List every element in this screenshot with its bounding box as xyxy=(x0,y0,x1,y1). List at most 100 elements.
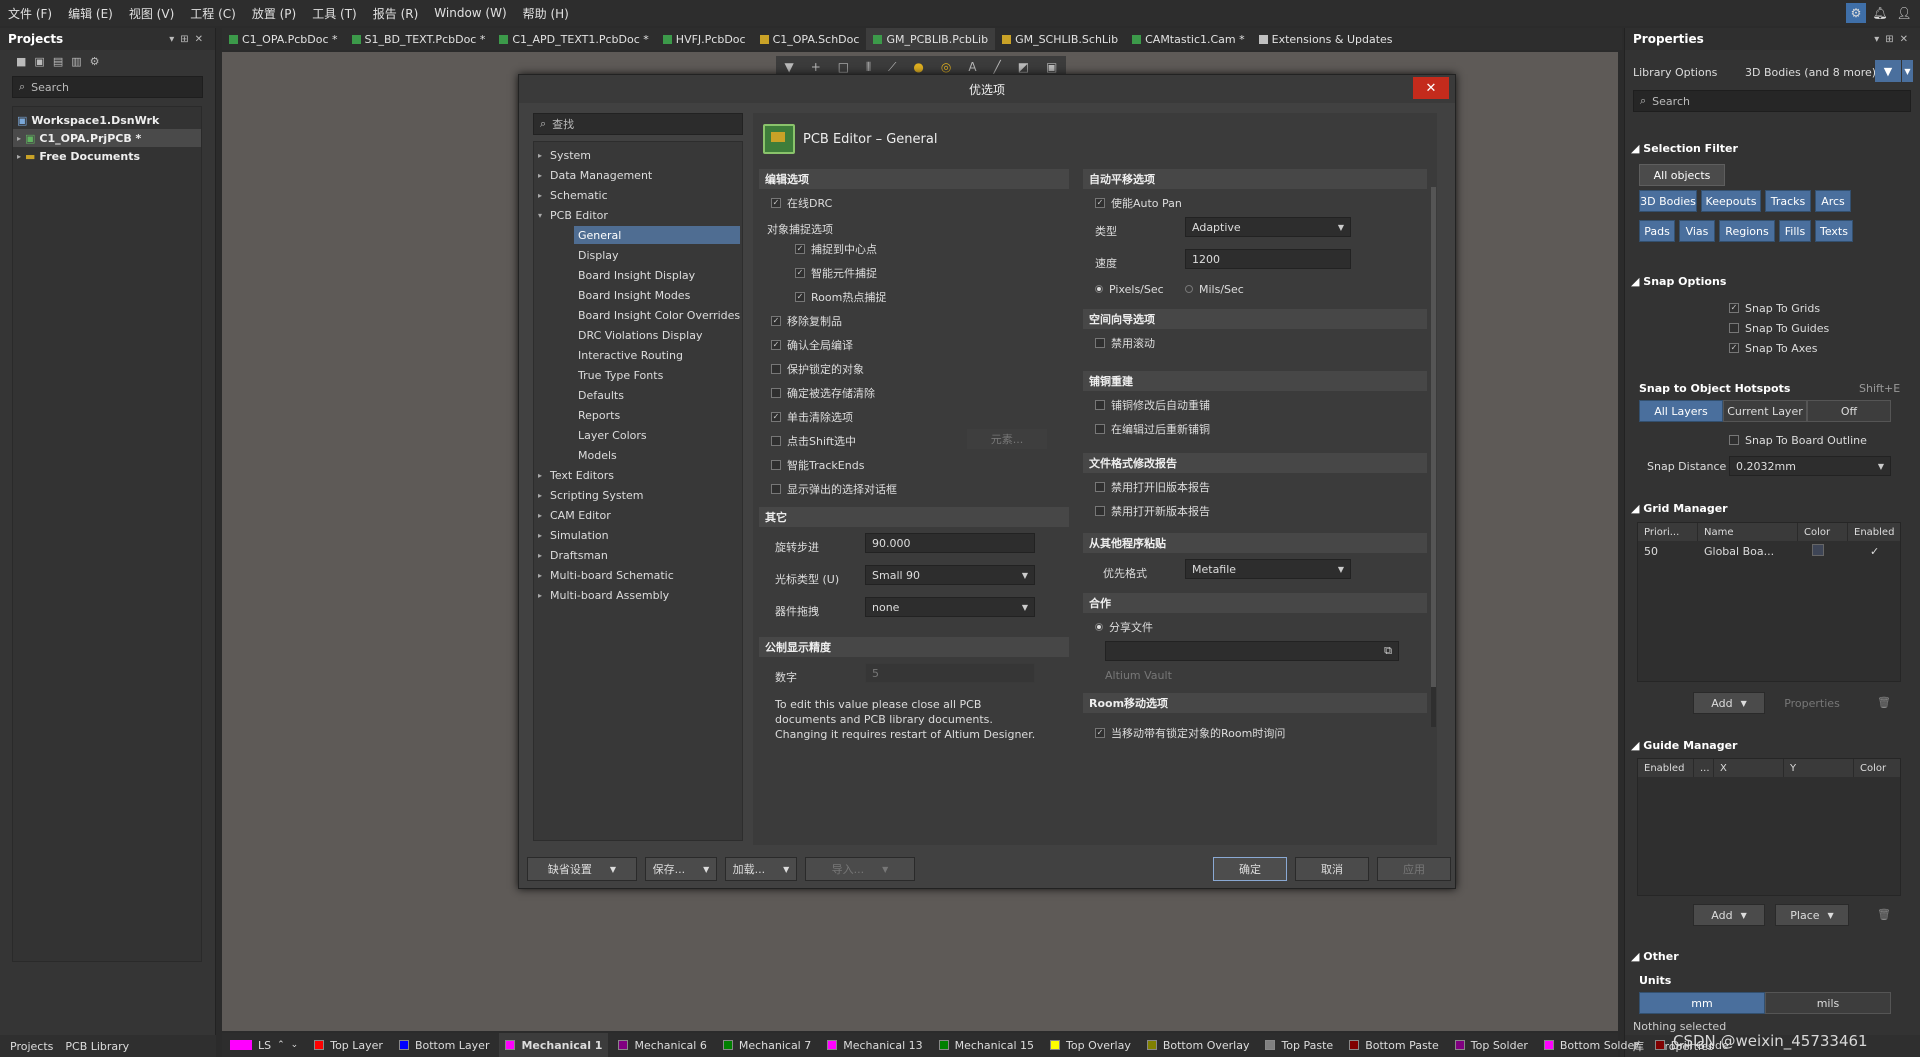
nav-item-drc-violations-display[interactable]: DRC Violations Display xyxy=(578,326,702,344)
filter-chip-vias[interactable]: Vias xyxy=(1679,220,1715,242)
menu-edit[interactable]: 编辑 (E) xyxy=(60,5,121,22)
repour-after-modify-checkbox[interactable]: 铺铜修改后自动重铺 xyxy=(1095,397,1210,413)
grid-col-color[interactable]: Color xyxy=(1798,523,1848,541)
snap-distance-select[interactable]: 0.2032mm ▼ xyxy=(1729,456,1891,476)
layer-tab[interactable]: Top Overlay xyxy=(1044,1033,1137,1057)
settings-icon[interactable]: ⚙ xyxy=(1846,3,1866,23)
ok-button[interactable]: 确定 xyxy=(1213,857,1287,881)
layer-icon[interactable]: ▣ xyxy=(1046,60,1057,74)
guide-col-x[interactable]: X xyxy=(1714,759,1784,777)
doc-tab[interactable]: S1_BD_TEXT.PcbDoc * xyxy=(345,28,493,50)
guide-col-color[interactable]: Color xyxy=(1854,759,1900,777)
filter-chip-regions[interactable]: Regions xyxy=(1719,220,1775,242)
nav-item-cam-editor[interactable]: ▸ CAM Editor xyxy=(538,506,738,524)
trash-icon[interactable]: 🗑︎ xyxy=(1877,908,1891,921)
shift-select-checkbox[interactable]: 点击Shift选中 xyxy=(771,433,856,449)
snap-to-grids-checkbox[interactable]: ✓ Snap To Grids xyxy=(1729,300,1820,316)
chevron-down-icon[interactable]: ▼ xyxy=(1901,60,1913,82)
nav-item-interactive-routing[interactable]: Interactive Routing xyxy=(578,346,683,364)
tree-item-workspace[interactable]: ▣ Workspace1.DsnWrk xyxy=(13,111,201,129)
tree-item-free-documents[interactable]: ▸ ▬ Free Documents xyxy=(13,147,201,165)
component-drag-select[interactable]: none ▼ xyxy=(865,597,1035,617)
chevron-up-icon[interactable]: ⌃ xyxy=(277,1040,285,1050)
gear-icon[interactable]: ⚙ xyxy=(90,55,100,68)
filter-chip-pads[interactable]: Pads xyxy=(1639,220,1675,242)
nav-item-general[interactable]: General xyxy=(574,226,740,244)
menu-view[interactable]: 视图 (V) xyxy=(121,5,182,22)
layer-tab[interactable]: Bottom Layer xyxy=(393,1033,496,1057)
close-folder-icon[interactable]: ▥ xyxy=(71,55,81,68)
load-button[interactable]: 加载... ▼ xyxy=(725,857,797,881)
doc-tab-active[interactable]: GM_PCBLIB.PcbLib xyxy=(866,28,996,50)
trash-icon[interactable]: 🗑︎ xyxy=(1877,696,1891,709)
segment-current-layer[interactable]: Current Layer xyxy=(1723,400,1807,422)
cursor-type-select[interactable]: Small 90 ▼ xyxy=(865,565,1035,585)
smart-track-checkbox[interactable]: 智能TrackEnds xyxy=(771,457,864,473)
all-objects-button[interactable]: All objects xyxy=(1639,164,1725,186)
remove-duplicates-checkbox[interactable]: ✓ 移除复制品 xyxy=(771,313,842,329)
panel-controls-icon[interactable]: ▾⊞✕ xyxy=(1874,34,1914,45)
text-icon[interactable]: A xyxy=(968,60,976,74)
nav-item-defaults[interactable]: Defaults xyxy=(578,386,624,404)
grid-enabled-checkbox[interactable]: ✓ xyxy=(1848,545,1900,558)
grid-properties-button[interactable]: Properties xyxy=(1775,692,1849,714)
elements-button[interactable]: 元素... xyxy=(967,429,1047,449)
nav-item-board-insight-modes[interactable]: Board Insight Modes xyxy=(578,286,690,304)
expand-arrow-icon[interactable]: ▸ xyxy=(17,134,21,143)
snap-options-header[interactable]: ◢ Snap Options xyxy=(1631,275,1726,288)
nav-item-layer-colors[interactable]: Layer Colors xyxy=(578,426,647,444)
guide-add-button[interactable]: Add ▼ xyxy=(1693,904,1765,926)
projects-search-input[interactable]: ⌕ Search xyxy=(12,76,203,98)
track-icon[interactable]: ⟋ xyxy=(888,60,896,75)
filter-chip-fills[interactable]: Fills xyxy=(1779,220,1811,242)
disable-roll-checkbox[interactable]: 禁用滚动 xyxy=(1095,335,1155,351)
guide-manager-header[interactable]: ◢ Guide Manager xyxy=(1631,739,1737,752)
open-folder-icon[interactable]: ▤ xyxy=(53,55,63,68)
user-icon[interactable]: 👤︎ xyxy=(1894,3,1914,23)
snap-board-outline-checkbox[interactable]: Snap To Board Outline xyxy=(1729,432,1867,448)
layer-tab[interactable]: Mechanical 15 xyxy=(933,1033,1040,1057)
segment-off[interactable]: Off xyxy=(1807,400,1891,422)
doc-tab[interactable]: HVFJ.PcbDoc xyxy=(656,28,753,50)
smart-snap-checkbox[interactable]: ✓ 智能元件捕捉 xyxy=(795,265,877,281)
other-header[interactable]: ◢ Other xyxy=(1631,950,1679,963)
layer-tab[interactable]: Top Solder xyxy=(1449,1033,1534,1057)
nav-item-pcb-editor[interactable]: ▾ PCB Editor xyxy=(538,206,738,224)
mils-sec-radio[interactable]: Mils/Sec xyxy=(1185,281,1244,297)
menu-tools[interactable]: 工具 (T) xyxy=(304,5,365,22)
layer-set-selector[interactable]: LS ⌃ ⌄ xyxy=(224,1033,304,1057)
nav-item-display[interactable]: Display xyxy=(578,246,619,264)
select-rect-icon[interactable]: □ xyxy=(838,60,849,74)
properties-search-input[interactable]: ⌕ Search xyxy=(1633,90,1911,112)
layer-tab[interactable]: Bottom Overlay xyxy=(1141,1033,1256,1057)
snap-to-guides-checkbox[interactable]: Snap To Guides xyxy=(1729,320,1829,336)
layer-tab[interactable]: Bottom Solder xyxy=(1538,1033,1645,1057)
shared-file-path-input[interactable]: ⧉ xyxy=(1105,641,1399,661)
units-mils-button[interactable]: mils xyxy=(1765,992,1891,1014)
nav-item-schematic[interactable]: ▸ Schematic xyxy=(538,186,738,204)
menu-file[interactable]: 文件 (F) xyxy=(0,5,60,22)
nav-item-reports[interactable]: Reports xyxy=(578,406,620,424)
grid-color-swatch[interactable] xyxy=(1798,543,1848,559)
tab-pcb-library[interactable]: PCB Library xyxy=(65,1040,129,1053)
crosshair-icon[interactable]: + xyxy=(811,60,821,74)
close-icon[interactable]: ✕ xyxy=(1413,77,1449,99)
speed-input[interactable]: 1200 xyxy=(1185,249,1351,269)
confirm-clear-checkbox[interactable]: 确定被选存储清除 xyxy=(771,385,875,401)
grid-col-enabled[interactable]: Enabled xyxy=(1848,523,1900,541)
rotation-step-input[interactable]: 90.000 xyxy=(865,533,1035,553)
guide-place-button[interactable]: Place ▼ xyxy=(1775,904,1849,926)
snap-to-axes-checkbox[interactable]: ✓ Snap To Axes xyxy=(1729,340,1817,356)
content-scrollbar[interactable] xyxy=(1431,187,1436,727)
confirm-global-checkbox[interactable]: ✓ 确认全局编译 xyxy=(771,337,853,353)
grid-col-name[interactable]: Name xyxy=(1698,523,1798,541)
filter-chip-tracks[interactable]: Tracks xyxy=(1765,190,1811,212)
pad-icon[interactable]: ● xyxy=(913,60,923,74)
apply-button[interactable]: 应用 xyxy=(1377,857,1451,881)
layer-tab[interactable]: Mechanical 13 xyxy=(821,1033,928,1057)
preferred-format-select[interactable]: Metafile ▼ xyxy=(1185,559,1351,579)
nav-item-draftsman[interactable]: ▸ Draftsman xyxy=(538,546,738,564)
nav-item-scripting-system[interactable]: ▸ Scripting System xyxy=(538,486,738,504)
disable-old-report-checkbox[interactable]: 禁用打开旧版本报告 xyxy=(1095,479,1210,495)
online-drc-checkbox[interactable]: ✓ 在线DRC xyxy=(771,195,832,211)
